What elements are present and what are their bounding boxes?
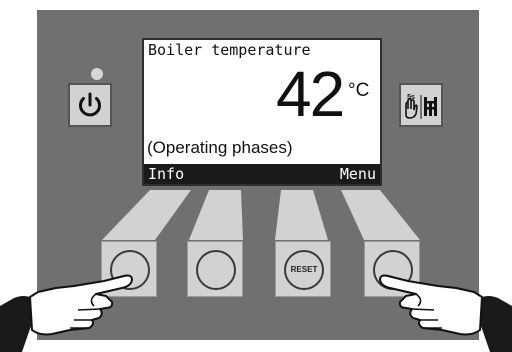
boiler-control-illustration: 5s Boiler temperature 42 °C (Operating p… <box>0 0 512 352</box>
pointing-hands <box>0 274 512 352</box>
left-pointing-hand-icon <box>0 274 133 352</box>
right-pointing-hand-icon <box>379 274 512 352</box>
